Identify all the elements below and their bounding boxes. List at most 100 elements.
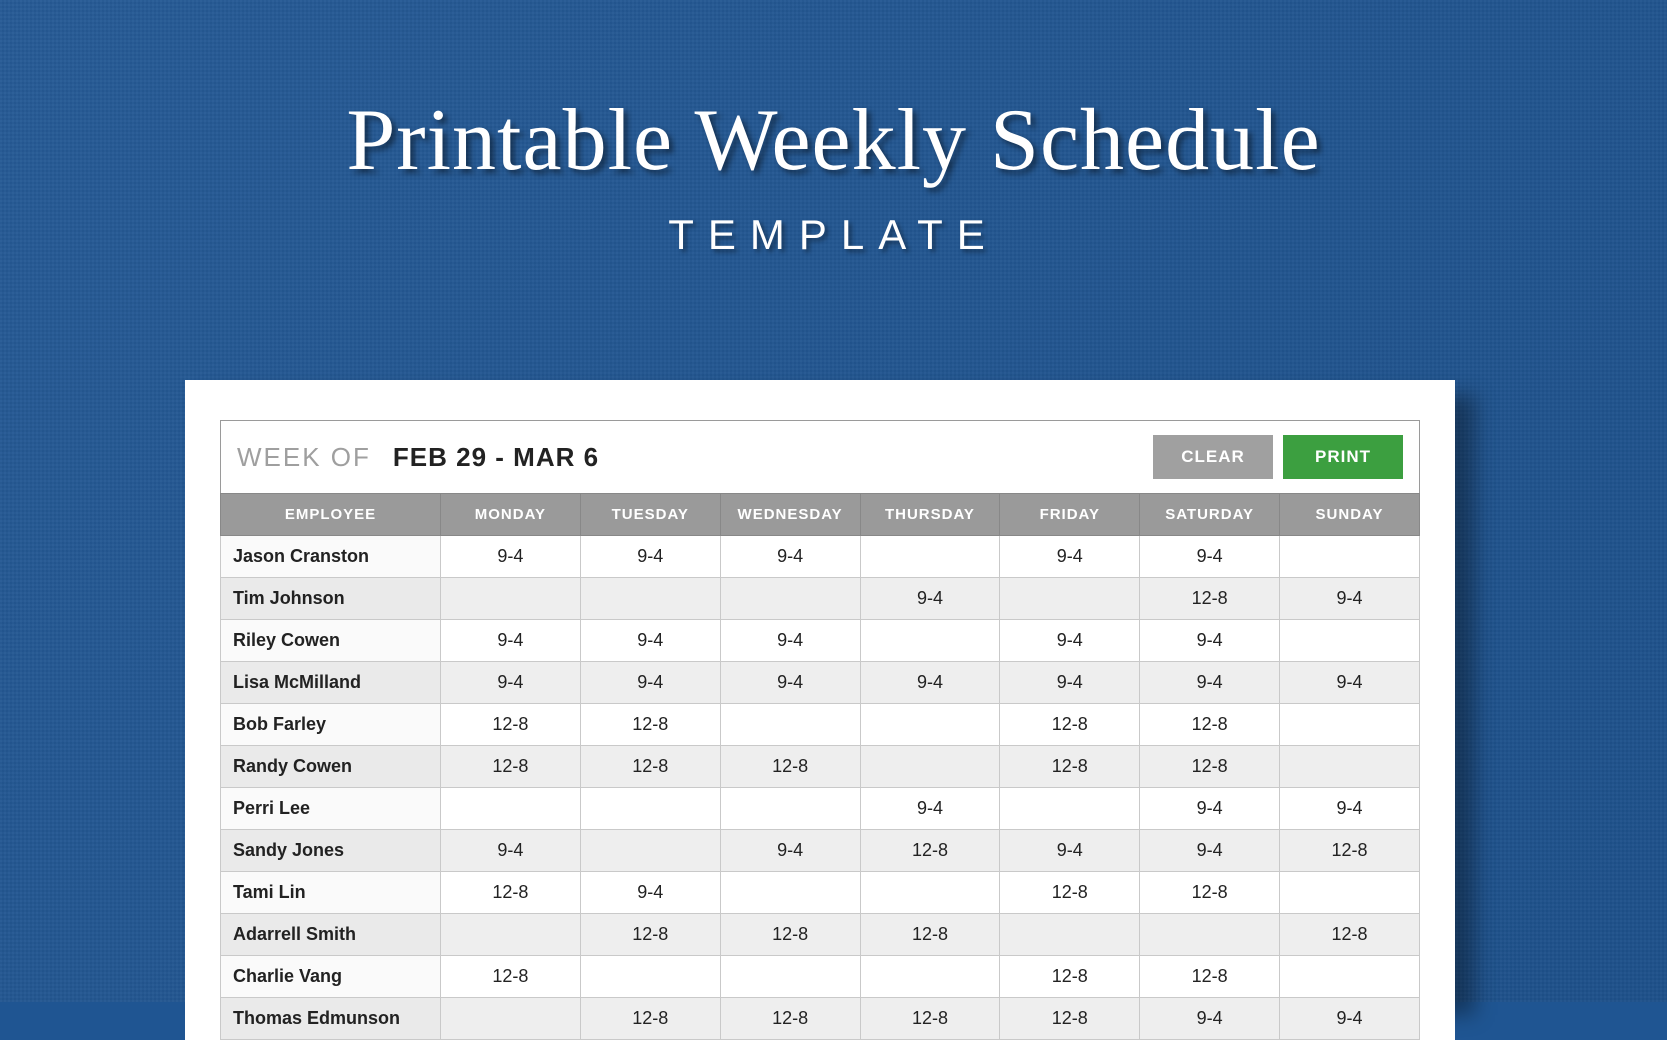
shift-cell-wed[interactable]: 12-8 xyxy=(720,998,860,1040)
shift-cell-tue[interactable]: 12-8 xyxy=(580,998,720,1040)
shift-cell-wed[interactable] xyxy=(720,956,860,998)
shift-cell-sat[interactable]: 12-8 xyxy=(1140,872,1280,914)
shift-cell-thu[interactable] xyxy=(860,704,1000,746)
shift-cell-thu[interactable]: 9-4 xyxy=(860,788,1000,830)
shift-cell-mon[interactable]: 12-8 xyxy=(441,704,581,746)
shift-cell-sun[interactable] xyxy=(1280,956,1420,998)
table-row: Sandy Jones9-49-412-89-49-412-8 xyxy=(221,830,1420,872)
employee-name[interactable]: Tami Lin xyxy=(221,872,441,914)
shift-cell-fri[interactable]: 12-8 xyxy=(1000,998,1140,1040)
shift-cell-sun[interactable] xyxy=(1280,620,1420,662)
shift-cell-sat[interactable] xyxy=(1140,914,1280,956)
shift-cell-tue[interactable]: 12-8 xyxy=(580,704,720,746)
shift-cell-tue[interactable] xyxy=(580,788,720,830)
shift-cell-thu[interactable]: 12-8 xyxy=(860,998,1000,1040)
shift-cell-mon[interactable] xyxy=(441,788,581,830)
shift-cell-fri[interactable] xyxy=(1000,788,1140,830)
shift-cell-sun[interactable] xyxy=(1280,536,1420,578)
shift-cell-sat[interactable]: 9-4 xyxy=(1140,788,1280,830)
shift-cell-thu[interactable] xyxy=(860,956,1000,998)
employee-name[interactable]: Lisa McMilland xyxy=(221,662,441,704)
shift-cell-wed[interactable]: 9-4 xyxy=(720,662,860,704)
shift-cell-tue[interactable] xyxy=(580,830,720,872)
shift-cell-mon[interactable]: 12-8 xyxy=(441,956,581,998)
shift-cell-fri[interactable] xyxy=(1000,914,1140,956)
shift-cell-fri[interactable]: 12-8 xyxy=(1000,704,1140,746)
shift-cell-thu[interactable]: 12-8 xyxy=(860,830,1000,872)
shift-cell-sun[interactable] xyxy=(1280,872,1420,914)
shift-cell-mon[interactable]: 12-8 xyxy=(441,872,581,914)
employee-name[interactable]: Riley Cowen xyxy=(221,620,441,662)
shift-cell-sat[interactable]: 12-8 xyxy=(1140,956,1280,998)
shift-cell-wed[interactable] xyxy=(720,788,860,830)
shift-cell-mon[interactable] xyxy=(441,578,581,620)
employee-name[interactable]: Perri Lee xyxy=(221,788,441,830)
clear-button[interactable]: CLEAR xyxy=(1153,435,1273,479)
shift-cell-fri[interactable]: 12-8 xyxy=(1000,746,1140,788)
shift-cell-sun[interactable]: 9-4 xyxy=(1280,662,1420,704)
shift-cell-fri[interactable] xyxy=(1000,578,1140,620)
shift-cell-sat[interactable]: 9-4 xyxy=(1140,662,1280,704)
shift-cell-mon[interactable]: 12-8 xyxy=(441,746,581,788)
shift-cell-thu[interactable]: 9-4 xyxy=(860,662,1000,704)
shift-cell-thu[interactable]: 12-8 xyxy=(860,914,1000,956)
shift-cell-thu[interactable]: 9-4 xyxy=(860,578,1000,620)
shift-cell-mon[interactable]: 9-4 xyxy=(441,662,581,704)
shift-cell-sun[interactable] xyxy=(1280,704,1420,746)
shift-cell-sun[interactable]: 9-4 xyxy=(1280,788,1420,830)
shift-cell-wed[interactable] xyxy=(720,578,860,620)
shift-cell-wed[interactable]: 9-4 xyxy=(720,620,860,662)
shift-cell-tue[interactable] xyxy=(580,956,720,998)
shift-cell-thu[interactable] xyxy=(860,872,1000,914)
shift-cell-wed[interactable] xyxy=(720,872,860,914)
shift-cell-tue[interactable]: 9-4 xyxy=(580,620,720,662)
shift-cell-sat[interactable]: 12-8 xyxy=(1140,746,1280,788)
shift-cell-sat[interactable]: 12-8 xyxy=(1140,704,1280,746)
shift-cell-thu[interactable] xyxy=(860,746,1000,788)
employee-name[interactable]: Jason Cranston xyxy=(221,536,441,578)
employee-name[interactable]: Bob Farley xyxy=(221,704,441,746)
shift-cell-sat[interactable]: 12-8 xyxy=(1140,578,1280,620)
employee-name[interactable]: Tim Johnson xyxy=(221,578,441,620)
shift-cell-tue[interactable]: 9-4 xyxy=(580,662,720,704)
shift-cell-thu[interactable] xyxy=(860,620,1000,662)
shift-cell-mon[interactable] xyxy=(441,914,581,956)
shift-cell-wed[interactable]: 12-8 xyxy=(720,746,860,788)
shift-cell-sat[interactable]: 9-4 xyxy=(1140,998,1280,1040)
shift-cell-sun[interactable] xyxy=(1280,746,1420,788)
shift-cell-mon[interactable]: 9-4 xyxy=(441,830,581,872)
shift-cell-wed[interactable]: 12-8 xyxy=(720,914,860,956)
shift-cell-mon[interactable] xyxy=(441,998,581,1040)
shift-cell-sun[interactable]: 9-4 xyxy=(1280,998,1420,1040)
shift-cell-wed[interactable]: 9-4 xyxy=(720,830,860,872)
employee-name[interactable]: Adarrell Smith xyxy=(221,914,441,956)
shift-cell-sat[interactable]: 9-4 xyxy=(1140,620,1280,662)
shift-cell-tue[interactable] xyxy=(580,578,720,620)
shift-cell-mon[interactable]: 9-4 xyxy=(441,536,581,578)
shift-cell-fri[interactable]: 9-4 xyxy=(1000,830,1140,872)
employee-name[interactable]: Thomas Edmunson xyxy=(221,998,441,1040)
table-row: Perri Lee9-49-49-4 xyxy=(221,788,1420,830)
shift-cell-tue[interactable]: 12-8 xyxy=(580,746,720,788)
shift-cell-sun[interactable]: 12-8 xyxy=(1280,830,1420,872)
employee-name[interactable]: Sandy Jones xyxy=(221,830,441,872)
shift-cell-thu[interactable] xyxy=(860,536,1000,578)
shift-cell-sat[interactable]: 9-4 xyxy=(1140,536,1280,578)
shift-cell-tue[interactable]: 12-8 xyxy=(580,914,720,956)
print-button[interactable]: PRINT xyxy=(1283,435,1403,479)
shift-cell-tue[interactable]: 9-4 xyxy=(580,536,720,578)
shift-cell-wed[interactable]: 9-4 xyxy=(720,536,860,578)
shift-cell-sat[interactable]: 9-4 xyxy=(1140,830,1280,872)
shift-cell-wed[interactable] xyxy=(720,704,860,746)
shift-cell-mon[interactable]: 9-4 xyxy=(441,620,581,662)
shift-cell-sun[interactable]: 12-8 xyxy=(1280,914,1420,956)
shift-cell-fri[interactable]: 9-4 xyxy=(1000,662,1140,704)
shift-cell-tue[interactable]: 9-4 xyxy=(580,872,720,914)
shift-cell-fri[interactable]: 12-8 xyxy=(1000,956,1140,998)
employee-name[interactable]: Charlie Vang xyxy=(221,956,441,998)
shift-cell-fri[interactable]: 9-4 xyxy=(1000,620,1140,662)
shift-cell-fri[interactable]: 12-8 xyxy=(1000,872,1140,914)
shift-cell-sun[interactable]: 9-4 xyxy=(1280,578,1420,620)
employee-name[interactable]: Randy Cowen xyxy=(221,746,441,788)
shift-cell-fri[interactable]: 9-4 xyxy=(1000,536,1140,578)
